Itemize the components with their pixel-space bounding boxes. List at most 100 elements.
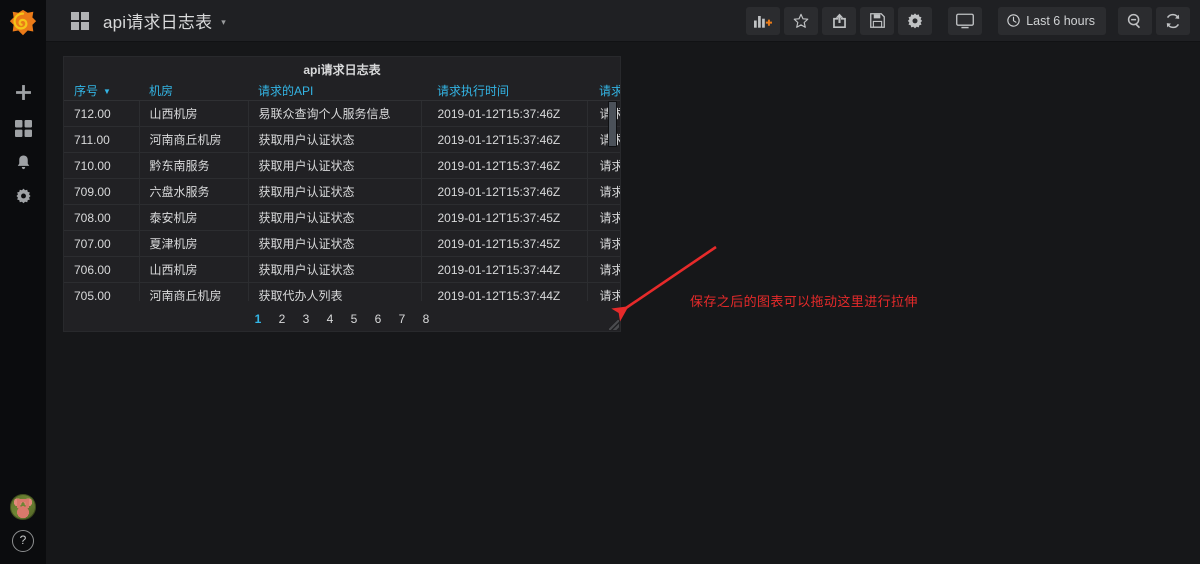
page-title[interactable]: api请求日志表 bbox=[103, 8, 212, 33]
cell-datacenter: 泰安机房 bbox=[139, 204, 249, 231]
table-row: 712.00 山西机房 易联众查询个人服务信息 2019-01-12T15:37:46… bbox=[64, 100, 620, 127]
bell-icon bbox=[17, 154, 29, 169]
table-row: 710.00 黔东南服务 获取用户认证状态 2019-01-12T15:37:46Z 请… bbox=[64, 152, 620, 179]
pagination-page-6[interactable]: 6 bbox=[366, 310, 390, 328]
refresh-button[interactable] bbox=[1156, 6, 1190, 35]
time-range-label: Last 6 hours bbox=[1026, 13, 1095, 28]
cell-api: 获取代办人列表 bbox=[248, 282, 422, 301]
tv-icon bbox=[956, 13, 975, 28]
table-header-row: 序号 ▼ 机房 请求的API 请求执行时间 请求结果 bbox=[64, 81, 620, 101]
sidebar-item-configuration[interactable] bbox=[0, 179, 46, 213]
table-row: 707.00夏津机房获取用户认证状态2019-01-12T15:37:45Z请求… bbox=[64, 230, 620, 257]
side-menu: ? bbox=[0, 0, 46, 564]
zoom-out-icon bbox=[1127, 13, 1141, 28]
panel-body: 序号 ▼ 机房 请求的API 请求执行时间 请求结果 712.00山西机房易联众查… bbox=[64, 81, 620, 331]
table-header: 序号 ▼ 机房 请求的API 请求执行时间 请求结果 bbox=[64, 81, 620, 101]
table-scroll-area[interactable]: 序号 ▼ 机房 请求的API 请求执行时间 请求结果 712.00山西机房易联众查… bbox=[64, 81, 620, 301]
sidebar-item-help[interactable]: ? bbox=[0, 524, 46, 558]
cell-datacenter: 河南商丘机房 bbox=[139, 126, 249, 153]
favorite-button[interactable] bbox=[784, 6, 819, 35]
help-icon: ? bbox=[12, 530, 34, 552]
cell-index: 710.00 bbox=[64, 152, 140, 179]
cell-datacenter: 六盘水服务 bbox=[139, 178, 249, 205]
sort-desc-icon: ▼ bbox=[103, 87, 111, 96]
sidebar-item-create[interactable] bbox=[0, 75, 46, 109]
refresh-icon bbox=[1166, 13, 1180, 28]
chevron-down-icon[interactable]: ▾ bbox=[221, 17, 226, 28]
top-navbar: api请求日志表 ▾ Last 6 hours bbox=[46, 0, 1200, 42]
save-icon bbox=[869, 13, 885, 28]
table-pagination: 12345678 bbox=[64, 310, 620, 328]
column-header-result[interactable]: 请求结果 bbox=[587, 81, 620, 101]
panel-resize-handle[interactable] bbox=[609, 320, 619, 330]
zoom-out-button[interactable] bbox=[1118, 6, 1152, 35]
save-button[interactable] bbox=[860, 6, 895, 35]
table-scrollbar-track[interactable] bbox=[608, 101, 619, 271]
cell-exec-time: 2019-01-12T15:37:45Z bbox=[421, 230, 588, 257]
cell-exec-time: 2019-01-12T15:37:46Z bbox=[421, 178, 588, 205]
cell-exec-time: 2019-01-12T15:37:45Z bbox=[421, 204, 588, 231]
cell-exec-time: 2019-01-12T15:37:44Z bbox=[421, 282, 588, 301]
add-panel-button[interactable] bbox=[746, 6, 781, 35]
column-header-datacenter[interactable]: 机房 bbox=[139, 81, 248, 101]
dashboard-grid-icon bbox=[71, 11, 89, 30]
cell-exec-time: 2019-01-12T15:37:44Z bbox=[421, 256, 588, 283]
cell-index: 707.00 bbox=[64, 230, 140, 257]
cell-exec-time: 2019-01-12T15:37:46Z bbox=[421, 126, 588, 153]
cell-api: 获取用户认证状态 bbox=[248, 178, 422, 205]
table-body: 712.00 山西机房 易联众查询个人服务信息 2019-01-12T15:37:46… bbox=[64, 100, 620, 301]
cell-api: 获取用户认证状态 bbox=[248, 256, 422, 283]
cell-datacenter: 山西机房 bbox=[139, 256, 249, 283]
panel-header[interactable]: api请求日志表 bbox=[64, 57, 620, 81]
cell-index: 711.00 bbox=[64, 126, 140, 153]
time-range-picker[interactable]: Last 6 hours bbox=[998, 6, 1106, 35]
panel-title[interactable]: api请求日志表 bbox=[303, 61, 380, 78]
grafana-logo-icon[interactable] bbox=[0, 0, 46, 46]
navbar-actions: Last 6 hours bbox=[742, 0, 1190, 42]
sidebar-item-dashboards[interactable] bbox=[0, 111, 46, 145]
table-scrollbar-thumb[interactable] bbox=[608, 101, 617, 147]
log-table: 序号 ▼ 机房 请求的API 请求执行时间 请求结果 712.00山西机房易联众查… bbox=[64, 81, 620, 301]
pagination-page-1[interactable]: 1 bbox=[246, 310, 270, 328]
cell-datacenter: 黔东南服务 bbox=[139, 152, 249, 179]
dashboards-icon bbox=[14, 119, 32, 137]
cell-api: 获取用户认证状态 bbox=[248, 152, 422, 179]
pagination-page-8[interactable]: 8 bbox=[414, 310, 438, 328]
cell-datacenter: 夏津机房 bbox=[139, 230, 249, 257]
pagination-page-3[interactable]: 3 bbox=[294, 310, 318, 328]
sidebar-item-alerting[interactable] bbox=[0, 145, 46, 179]
column-header-index[interactable]: 序号 ▼ bbox=[64, 81, 139, 101]
gear-icon bbox=[908, 12, 923, 28]
cell-result: 请求成功 bbox=[587, 282, 620, 301]
clock-icon bbox=[1007, 14, 1020, 27]
cell-api: 获取用户认证状态 bbox=[248, 230, 422, 257]
avatar[interactable] bbox=[0, 490, 46, 524]
pagination-page-2[interactable]: 2 bbox=[270, 310, 294, 328]
plus-icon bbox=[15, 84, 31, 100]
dashboard-settings-button[interactable] bbox=[898, 6, 933, 35]
pagination-page-4[interactable]: 4 bbox=[318, 310, 342, 328]
pagination-page-5[interactable]: 5 bbox=[342, 310, 366, 328]
cell-index: 708.00 bbox=[64, 204, 140, 231]
pagination-page-7[interactable]: 7 bbox=[390, 310, 414, 328]
star-icon bbox=[793, 13, 809, 28]
cell-index: 712.00 bbox=[64, 100, 140, 127]
avatar-icon bbox=[10, 494, 36, 520]
table-row: 706.00山西机房获取用户认证状态2019-01-12T15:37:44Z请求… bbox=[64, 256, 620, 283]
cell-api: 获取用户认证状态 bbox=[248, 204, 422, 231]
column-header-exec-time[interactable]: 请求执行时间 bbox=[421, 81, 587, 101]
grafana-app: ? api请求日志表 ▾ Last 6 hours api请求日志表 序号 ▼ … bbox=[0, 0, 1200, 564]
cell-index: 705.00 bbox=[64, 282, 140, 301]
dashboard-panel[interactable]: api请求日志表 序号 ▼ 机房 请求的API 请求执行时间 请求 712.00… bbox=[63, 56, 621, 332]
gear-icon bbox=[15, 188, 31, 203]
cell-exec-time: 2019-01-12T15:37:46Z bbox=[421, 100, 588, 127]
view-mode-button[interactable] bbox=[948, 6, 983, 35]
table-row: 708.00泰安机房获取用户认证状态2019-01-12T15:37:45Z请求… bbox=[64, 204, 620, 231]
cell-datacenter: 河南商丘机房 bbox=[139, 282, 249, 301]
column-header-index-label: 序号 bbox=[74, 84, 99, 98]
cell-datacenter: 山西机房 bbox=[139, 100, 249, 127]
column-header-api[interactable]: 请求的API bbox=[248, 81, 421, 101]
cell-index: 709.00 bbox=[64, 178, 140, 205]
table-row: 705.00 河南商丘机房 获取代办人列表 2019-01-12T15:37:44Z 请… bbox=[64, 282, 620, 301]
share-button[interactable] bbox=[822, 6, 857, 35]
